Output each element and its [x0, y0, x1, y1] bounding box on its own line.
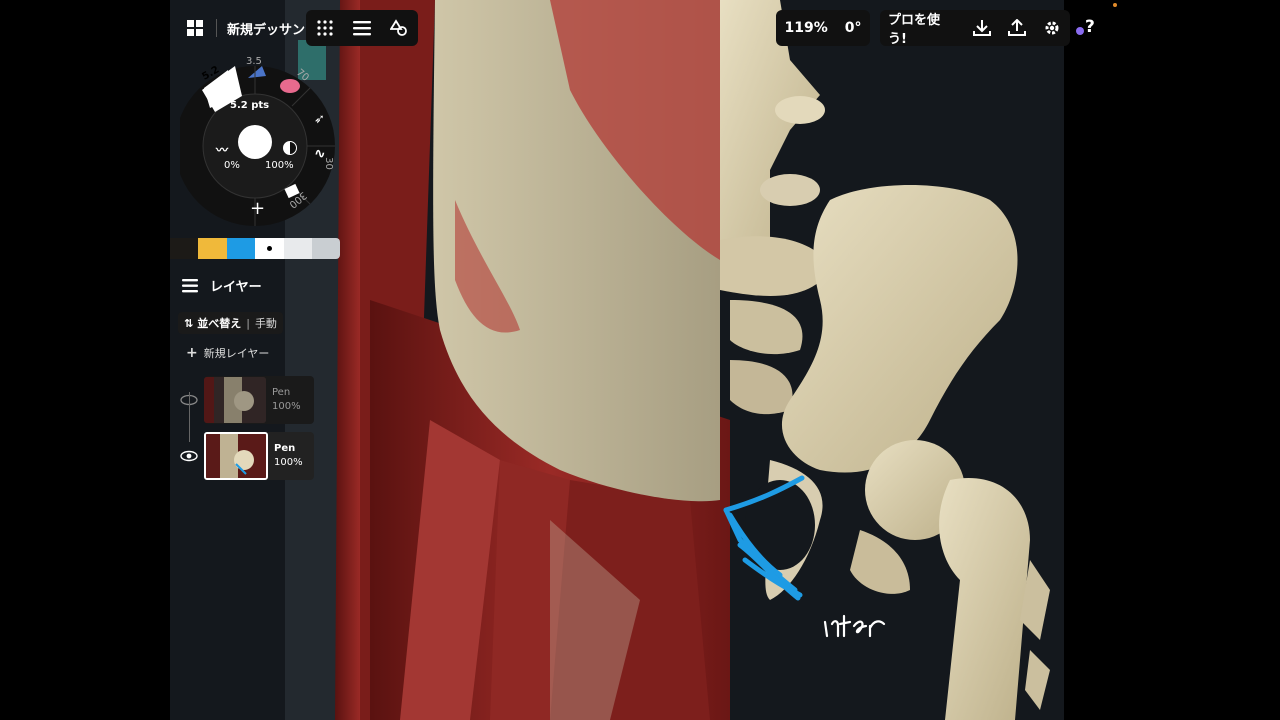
shapes-icon [389, 19, 407, 36]
sort-button[interactable]: ⇅ 並べ替え | 手動 [178, 312, 283, 334]
sort-mode: 手動 [254, 317, 277, 330]
swatch-gray[interactable] [312, 238, 340, 259]
brush-wheel[interactable]: 5.2 3.5 70 30 300 5.2 pts 0% 100% 〰 ➶ ∿ … [180, 48, 340, 226]
layer-row-selected[interactable]: Pen 100% [180, 432, 314, 480]
swatch-white-selected[interactable] [255, 238, 284, 259]
actions-bar: プロを使う! [880, 10, 1070, 47]
tool-bar [306, 10, 418, 46]
download-button[interactable] [965, 10, 1000, 46]
handwritten-annotation [823, 614, 886, 638]
layers-stack-icon [352, 21, 371, 36]
upload-icon [1008, 19, 1027, 36]
gallery-button[interactable] [184, 17, 206, 39]
notification-dot [1076, 27, 1084, 35]
pressure-icon: 〰 [216, 143, 229, 157]
layer-name: Pen [274, 443, 296, 454]
add-brush-button[interactable]: + [250, 198, 265, 219]
smoothing-value[interactable]: 0% [224, 160, 240, 171]
shapes-button[interactable] [380, 10, 417, 46]
layer-opacity: 100% [272, 401, 301, 412]
download-icon [973, 20, 992, 36]
zoom-level[interactable]: 119% [784, 20, 827, 36]
gear-icon [1045, 21, 1059, 35]
sort-label: 並べ替え [197, 317, 242, 330]
help-button[interactable]: ? [1085, 17, 1095, 37]
zoom-rotation-bar: 119% 0° [776, 10, 870, 46]
visible-eye-icon[interactable] [180, 447, 198, 466]
opacity-icon [283, 141, 297, 155]
layer-card[interactable]: Pen 100% [204, 432, 314, 480]
layer-opacity: 100% [274, 457, 303, 468]
swatch-blue[interactable] [227, 238, 255, 259]
divider [216, 19, 217, 37]
plus-icon: + [186, 345, 198, 361]
new-layer-button[interactable]: + 新規レイヤー [186, 345, 269, 361]
document-title[interactable]: 新規デッサン [227, 19, 305, 38]
layers-button[interactable] [343, 10, 380, 46]
layers-header: レイヤー [182, 276, 262, 295]
layer-card[interactable]: Pen 100% [204, 376, 314, 424]
layer-thumbnail [204, 377, 266, 423]
curve-tool-icon: ∿ [314, 146, 326, 162]
grid-icon [187, 20, 203, 36]
palette-button[interactable] [306, 10, 343, 46]
brush-size-slot2[interactable]: 3.5 [246, 56, 262, 67]
upload-button[interactable] [1000, 10, 1035, 46]
layer-name: Pen [272, 387, 291, 398]
sort-arrows-icon: ⇅ [184, 316, 194, 330]
swatch-black[interactable] [170, 238, 198, 259]
brush-size-readout: 5.2 pts [230, 100, 270, 111]
layers-title: レイヤー [210, 280, 262, 295]
new-layer-label: 新規レイヤー [203, 347, 270, 360]
opacity-value[interactable]: 100% [265, 160, 294, 171]
layer-thumbnail [204, 432, 268, 480]
select-arrow-icon: ➶ [314, 112, 325, 127]
swatch-light-gray[interactable] [284, 238, 312, 259]
layer-row[interactable]: Pen 100% [180, 376, 314, 424]
settings-button[interactable] [1035, 10, 1070, 46]
layers-stack-icon [182, 278, 198, 292]
go-pro-button[interactable]: プロを使う! [880, 10, 965, 47]
status-dot [1113, 3, 1117, 7]
rotation-angle[interactable]: 0° [845, 20, 862, 36]
color-swatches [170, 238, 340, 259]
doc-bar: 新規デッサン [176, 12, 313, 44]
swatch-yellow[interactable] [198, 238, 227, 259]
dots-grid-icon [316, 20, 333, 36]
